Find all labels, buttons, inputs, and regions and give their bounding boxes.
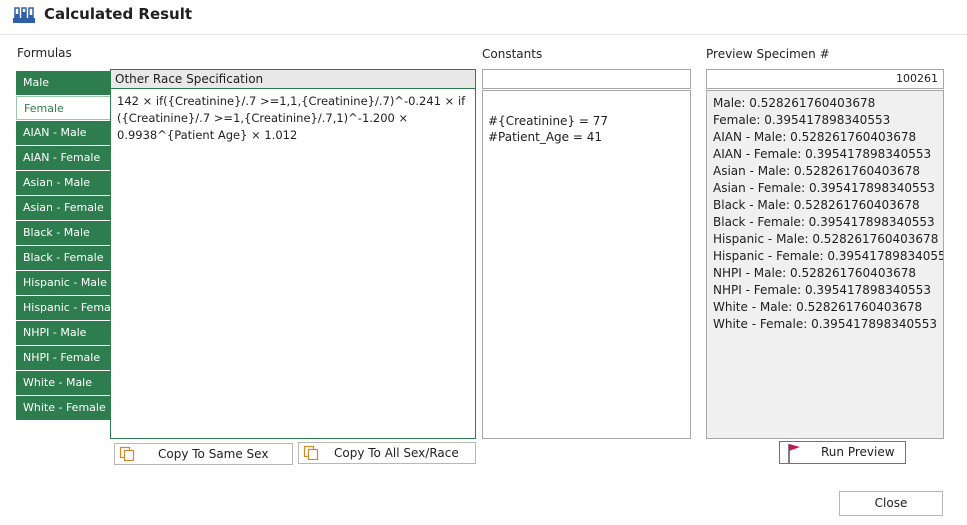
result-nhpi-female: NHPI - Female: 0.395417898340553 <box>713 283 931 297</box>
specimen-number-input[interactable]: 100261 <box>706 69 944 89</box>
copy-to-same-sex-button[interactable]: Copy To Same Sex <box>114 443 293 465</box>
run-preview-label: Run Preview <box>821 445 895 459</box>
copy-to-same-sex-label: Copy To Same Sex <box>158 447 269 461</box>
constant-creatinine: #{Creatinine} = 77 <box>488 114 609 128</box>
constants-label: Constants <box>482 47 543 61</box>
result-hispanic-female: Hispanic - Female: 0.395417898340553 <box>713 249 944 263</box>
copy-icon <box>119 446 135 462</box>
window-title: Calculated Result <box>44 5 193 23</box>
tab-nhpi-male[interactable]: NHPI - Male <box>16 321 111 345</box>
tab-black-female[interactable]: Black - Female <box>16 246 111 270</box>
close-button[interactable]: Close <box>839 491 943 516</box>
result-white-male: White - Male: 0.528261760403678 <box>713 300 923 314</box>
tab-aian-female[interactable]: AIAN - Female <box>16 146 111 170</box>
constants-list[interactable]: #{Creatinine} = 77 #Patient_Age = 41 <box>482 90 691 439</box>
preview-specimen-label: Preview Specimen # <box>706 47 830 61</box>
copy-to-all-button[interactable]: Copy To All Sex/Race <box>298 442 476 464</box>
result-hispanic-male: Hispanic - Male: 0.528261760403678 <box>713 232 939 246</box>
tab-male[interactable]: Male <box>16 71 111 95</box>
flag-icon <box>788 444 800 463</box>
run-preview-button[interactable]: Run Preview <box>779 441 906 464</box>
result-aian-female: AIAN - Female: 0.395417898340553 <box>713 147 932 161</box>
result-nhpi-male: NHPI - Male: 0.528261760403678 <box>713 266 916 280</box>
result-black-female: Black - Female: 0.395417898340553 <box>713 215 935 229</box>
result-female: Female: 0.395417898340553 <box>713 113 891 127</box>
result-aian-male: AIAN - Male: 0.528261760403678 <box>713 130 917 144</box>
tab-nhpi-female[interactable]: NHPI - Female <box>16 346 111 370</box>
test-tubes-icon <box>13 7 35 23</box>
formula-panel: Other Race Specification 142 × if({Creat… <box>110 69 476 439</box>
tab-white-female[interactable]: White - Female <box>16 396 111 420</box>
result-male: Male: 0.528261760403678 <box>713 96 876 110</box>
copy-to-all-label: Copy To All Sex/Race <box>334 446 459 460</box>
tab-female[interactable]: Female <box>16 96 111 120</box>
tab-asian-female[interactable]: Asian - Female <box>16 196 111 220</box>
result-asian-male: Asian - Male: 0.528261760403678 <box>713 164 920 178</box>
tab-white-male[interactable]: White - Male <box>16 371 111 395</box>
formula-tab-list: Male Female AIAN - Male AIAN - Female As… <box>16 71 121 421</box>
constant-patient-age: #Patient_Age = 41 <box>488 130 602 144</box>
tab-black-male[interactable]: Black - Male <box>16 221 111 245</box>
copy-icon <box>303 445 319 461</box>
tab-hispanic-male[interactable]: Hispanic - Male <box>16 271 111 295</box>
preview-results: Male: 0.528261760403678 Female: 0.395417… <box>706 90 944 439</box>
tab-asian-male[interactable]: Asian - Male <box>16 171 111 195</box>
formula-panel-header: Other Race Specification <box>111 70 475 89</box>
formula-editor[interactable]: 142 × if({Creatinine}/.7 >=1,1,{Creatini… <box>111 89 475 144</box>
result-asian-female: Asian - Female: 0.395417898340553 <box>713 181 935 195</box>
tab-aian-male[interactable]: AIAN - Male <box>16 121 111 145</box>
result-white-female: White - Female: 0.395417898340553 <box>713 317 938 331</box>
formulas-label: Formulas <box>17 46 72 60</box>
tab-hispanic-female[interactable]: Hispanic - Female <box>16 296 121 320</box>
result-black-male: Black - Male: 0.528261760403678 <box>713 198 920 212</box>
constants-input[interactable] <box>482 69 691 89</box>
title-bar: Calculated Result <box>0 0 967 35</box>
